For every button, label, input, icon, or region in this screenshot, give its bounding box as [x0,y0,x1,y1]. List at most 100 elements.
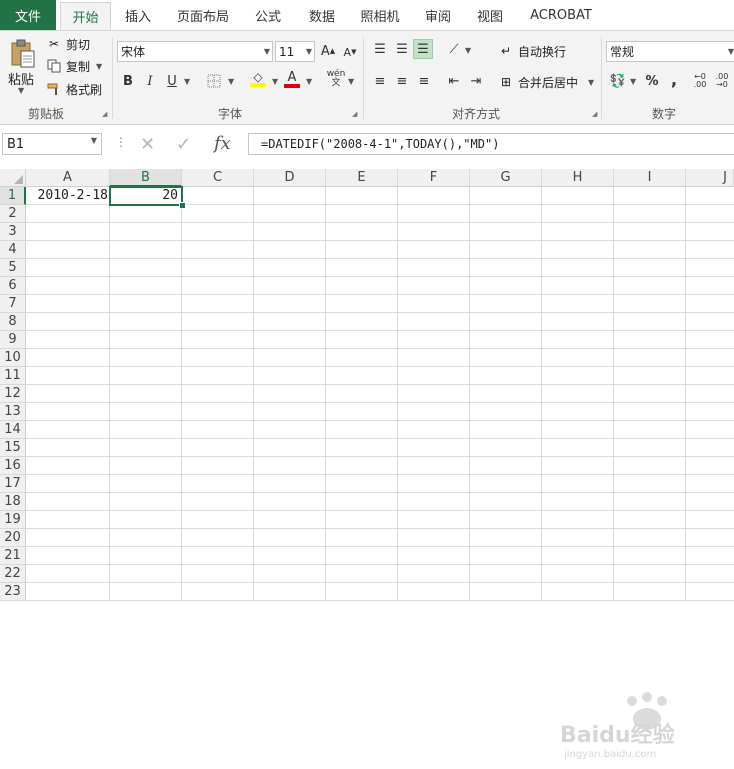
row-header-2[interactable]: 2 [0,205,26,223]
increase-font-size-button[interactable]: A ▲ [318,41,338,61]
dialog-launcher-icon[interactable]: ◢ [592,110,600,118]
fill-handle[interactable] [179,202,186,209]
align-left-icon[interactable]: ≡ [370,71,390,91]
formula-input[interactable]: =DATEDIF("2008-4-1",TODAY(),"MD") [248,133,734,155]
chevron-down-icon[interactable]: ▼ [228,77,234,86]
percent-style-button[interactable]: % [642,71,662,91]
tab-review[interactable]: 审阅 [418,0,458,30]
tab-data[interactable]: 数据 [302,0,342,30]
row-header-3[interactable]: 3 [0,223,26,241]
borders-icon[interactable] [204,71,224,91]
chevron-down-icon[interactable]: ▼ [306,77,312,86]
tab-camera[interactable]: 照相机 [354,0,406,30]
font-color-icon[interactable]: A [282,69,302,89]
chevron-down-icon[interactable]: ▼ [96,62,102,71]
tab-acrobat[interactable]: ACROBAT [524,0,598,30]
column-header-i[interactable]: I [614,169,686,187]
accounting-format-icon[interactable]: 💱 [608,71,628,91]
column-header-e[interactable]: E [326,169,398,187]
bold-button[interactable]: B [118,71,138,91]
chevron-down-icon[interactable]: ▼ [18,86,24,95]
increase-indent-icon[interactable]: ⇥ [466,71,486,91]
dialog-launcher-icon[interactable]: ◢ [102,110,110,118]
fill-color-icon[interactable]: ◇ [248,69,268,89]
row-header-20[interactable]: 20 [0,529,26,547]
tab-home[interactable]: 开始 [60,2,111,31]
worksheet-grid[interactable]: A B C D E F G H I J 1 2 3 4 5 6 7 8 9 10… [0,169,734,760]
chevron-down-icon[interactable]: ▼ [465,46,471,55]
row-header-21[interactable]: 21 [0,547,26,565]
row-header-15[interactable]: 15 [0,439,26,457]
row-header-11[interactable]: 11 [0,367,26,385]
row-header-5[interactable]: 5 [0,259,26,277]
phonetic-guide-icon[interactable]: wén 文 [326,69,346,89]
align-center-icon[interactable]: ≡ [392,71,412,91]
orientation-icon[interactable]: ⟋ [444,39,464,59]
column-header-a[interactable]: A [26,169,110,187]
font-size-select[interactable]: 11 ▼ [275,41,315,62]
row-header-14[interactable]: 14 [0,421,26,439]
number-format-select[interactable]: 常规 ▼ [606,41,734,62]
chevron-down-icon[interactable]: ▼ [91,136,97,145]
tab-page-layout[interactable]: 页面布局 [172,0,234,30]
row-header-23[interactable]: 23 [0,583,26,601]
align-top-icon[interactable]: ☰ [370,39,390,59]
cancel-icon[interactable]: ✕ [140,134,155,155]
chevron-down-icon[interactable]: ▼ [348,77,354,86]
decrease-indent-icon[interactable]: ⇤ [444,71,464,91]
insert-function-icon[interactable]: fx [214,133,231,154]
chevron-down-icon[interactable]: ▼ [630,77,636,86]
font-name-select[interactable]: 宋体 ▼ [117,41,273,62]
wrap-text-button[interactable]: ↵ 自动换行 [498,42,566,60]
merge-center-button[interactable]: ⊞ 合并后居中 ▼ [498,73,594,91]
cut-button[interactable]: ✂ 剪切 [46,35,90,53]
decrease-decimal-icon[interactable]: .00 →0 [712,71,732,91]
increase-decimal-icon[interactable]: ←0.00 [690,71,710,91]
row-header-12[interactable]: 12 [0,385,26,403]
chevron-down-icon[interactable]: ▼ [588,78,594,87]
decrease-font-size-button[interactable]: A ▼ [340,42,360,62]
italic-button[interactable]: I [140,71,160,91]
row-header-7[interactable]: 7 [0,295,26,313]
row-header-4[interactable]: 4 [0,241,26,259]
column-header-j[interactable]: J [686,169,734,187]
column-header-h[interactable]: H [542,169,614,187]
formula-bar-splitter[interactable]: ⋮ [115,135,127,149]
align-middle-icon[interactable]: ☰ [392,39,412,59]
cell-b1[interactable]: 20 [109,186,183,206]
row-header-6[interactable]: 6 [0,277,26,295]
row-header-18[interactable]: 18 [0,493,26,511]
comma-style-button[interactable]: , [664,69,684,89]
underline-button[interactable]: U [162,71,182,91]
row-header-13[interactable]: 13 [0,403,26,421]
chevron-down-icon[interactable]: ▼ [272,77,278,86]
row-header-19[interactable]: 19 [0,511,26,529]
dialog-launcher-icon[interactable]: ◢ [352,110,360,118]
column-header-b[interactable]: B [110,169,182,187]
tab-view[interactable]: 视图 [470,0,510,30]
align-bottom-icon[interactable]: ☰ [413,39,433,59]
cell-area[interactable] [26,187,734,601]
chevron-down-icon[interactable]: ▼ [184,77,190,86]
column-header-g[interactable]: G [470,169,542,187]
row-header-10[interactable]: 10 [0,349,26,367]
tab-file[interactable]: 文件 [0,0,56,30]
select-all-button[interactable] [0,169,26,187]
name-box[interactable]: B1 ▼ [2,133,102,155]
copy-button[interactable]: 复制 ▼ [46,57,102,75]
column-header-f[interactable]: F [398,169,470,187]
row-header-16[interactable]: 16 [0,457,26,475]
row-header-1[interactable]: 1 [0,187,26,205]
tab-formulas[interactable]: 公式 [248,0,288,30]
cell-a1[interactable]: 2010-2-18 [28,187,110,205]
tab-insert[interactable]: 插入 [118,0,158,30]
row-header-22[interactable]: 22 [0,565,26,583]
format-painter-button[interactable]: 格式刷 [46,80,102,98]
enter-icon[interactable]: ✓ [176,134,191,155]
column-header-c[interactable]: C [182,169,254,187]
row-header-17[interactable]: 17 [0,475,26,493]
column-header-d[interactable]: D [254,169,326,187]
row-header-9[interactable]: 9 [0,331,26,349]
row-header-8[interactable]: 8 [0,313,26,331]
align-right-icon[interactable]: ≡ [414,71,434,91]
